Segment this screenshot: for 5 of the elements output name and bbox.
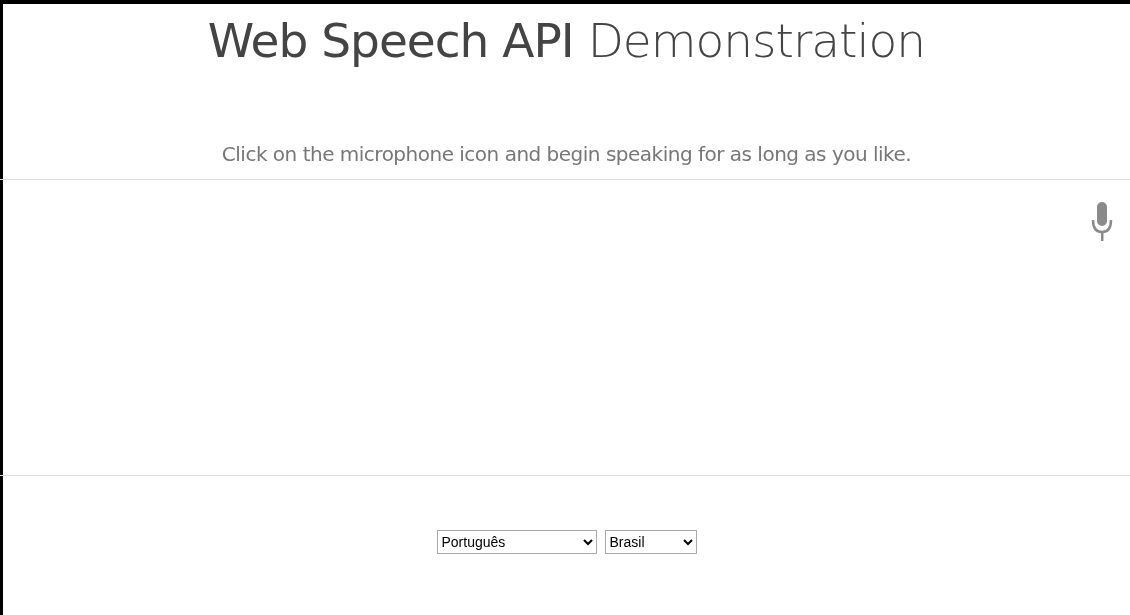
dropdown[interactable]: Brasil (604, 530, 697, 555)
page-title: Web Speech API Demonstration (206, 12, 927, 70)
info-text: Click on the microphone icon and begin speaking for as long as you like. (221, 141, 912, 169)
dropdown[interactable]: Português (436, 530, 597, 555)
microphone-icon[interactable] (1091, 202, 1113, 243)
